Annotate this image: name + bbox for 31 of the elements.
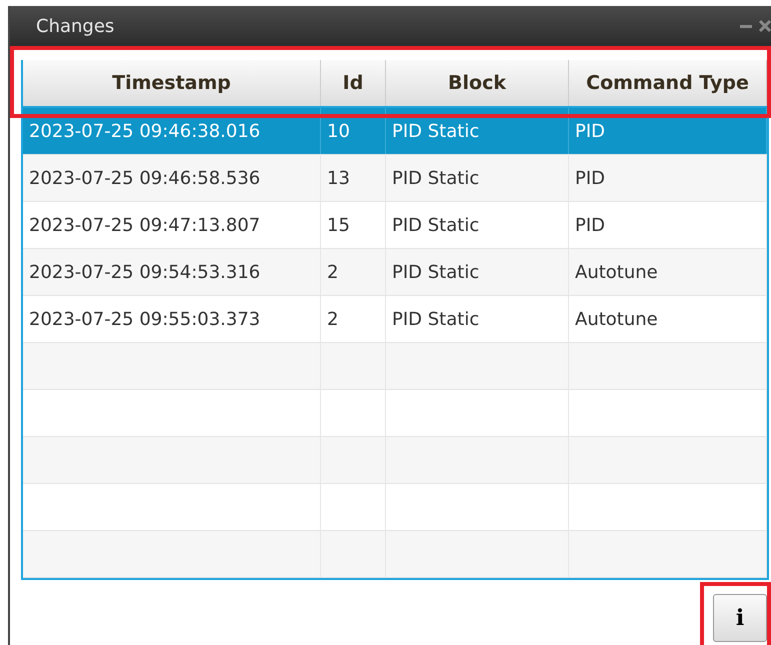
- table-cell: 2023-07-25 09:46:58.536: [23, 155, 321, 201]
- table-row[interactable]: 2023-07-25 09:46:58.536 13 PID Static PID: [23, 155, 767, 202]
- column-header[interactable]: Block: [386, 60, 569, 106]
- table-row[interactable]: 2023-07-25 09:55:03.373 2 PID Static Autotune: [23, 296, 767, 343]
- table-cell: PID Static: [386, 249, 569, 295]
- table-cell: PID: [569, 155, 767, 201]
- table-row[interactable]: 2023-07-25 09:54:53.316 2 PID Static Autotune: [23, 249, 767, 296]
- table-row[interactable]: 2023-07-25 09:47:13.807 15 PID Static PID: [23, 202, 767, 249]
- window-title: Changes: [36, 16, 114, 36]
- close-icon[interactable]: [759, 19, 771, 33]
- table-cell: 2: [321, 296, 386, 342]
- table-cell: PID Static: [386, 155, 569, 201]
- table-cell: PID: [569, 108, 767, 154]
- table-cell: PID Static: [386, 296, 569, 342]
- info-button[interactable]: i: [713, 594, 767, 642]
- table-cell: PID: [569, 202, 767, 248]
- table-cell: 2023-07-25 09:55:03.373: [23, 296, 321, 342]
- table-cell: 13: [321, 155, 386, 201]
- table-cell: 2023-07-25 09:54:53.316: [23, 249, 321, 295]
- column-header[interactable]: Timestamp: [23, 60, 321, 106]
- table-cell: Autotune: [569, 296, 767, 342]
- column-header[interactable]: Command Type: [569, 60, 767, 106]
- table-cell: 2023-07-25 09:47:13.807: [23, 202, 321, 248]
- table-cell: 15: [321, 202, 386, 248]
- column-header[interactable]: Id: [321, 60, 386, 106]
- table-cell: 2: [321, 249, 386, 295]
- table-cell: PID Static: [386, 202, 569, 248]
- table-cell: 10: [321, 108, 386, 154]
- table-cell: 2023-07-25 09:46:38.016: [23, 108, 321, 154]
- table-cell: PID Static: [386, 108, 569, 154]
- table-cell: Autotune: [569, 249, 767, 295]
